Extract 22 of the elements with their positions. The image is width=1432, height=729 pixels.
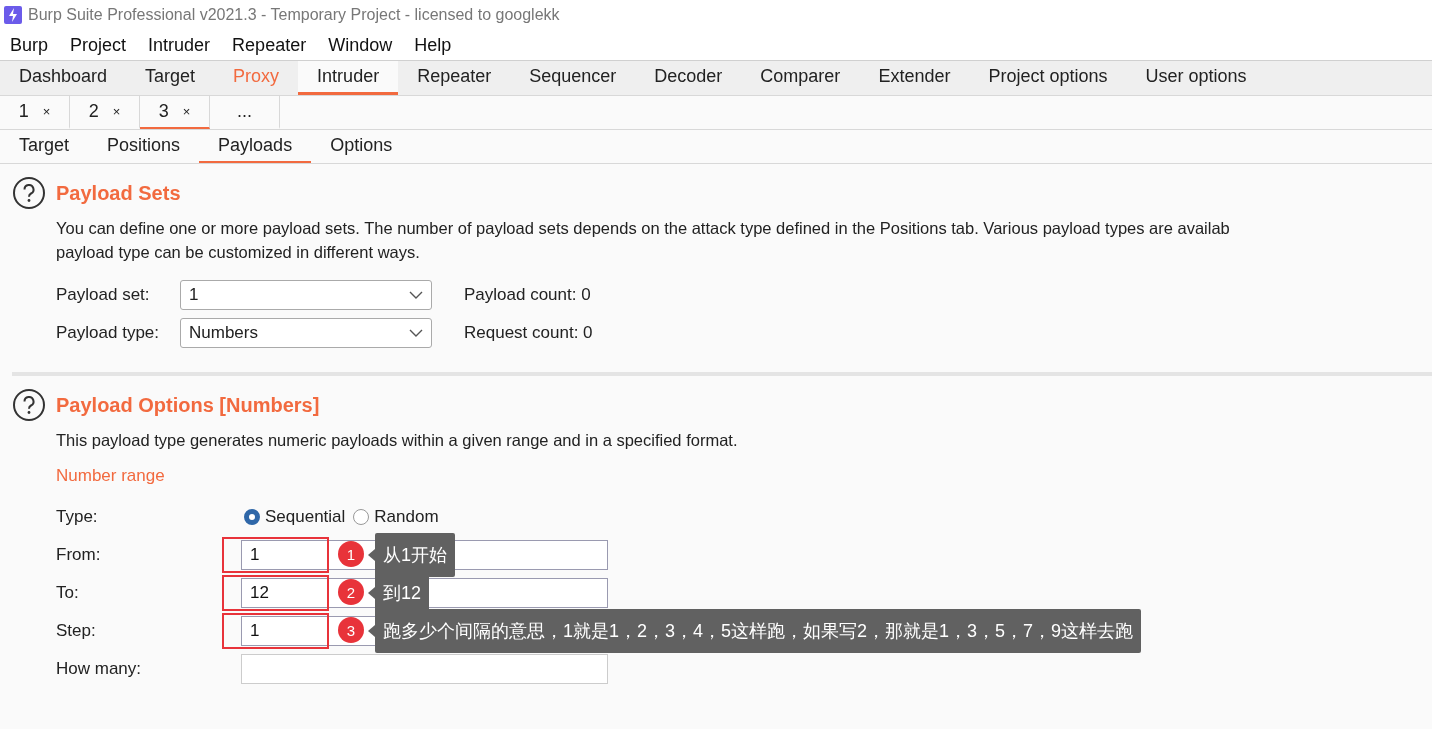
tab-label: 1 <box>18 101 29 122</box>
callout-note: 跑多少个间隔的意思，1就是1，2，3，4，5这样跑，如果写2，那就是1，3，5，7，9这样去跑 <box>375 609 1142 653</box>
field-label: Payload set: <box>56 285 151 305</box>
tab-label: 2 <box>88 101 99 122</box>
tab-label: ... <box>237 101 252 122</box>
section-heading: Payload Sets <box>56 181 181 205</box>
description-text: This payload type generates numeric payloads within a given range and in a specified format. <box>56 431 738 449</box>
section-heading: Payload Options [Numbers] <box>56 393 320 417</box>
description-text: You can define one or more payload sets. The number of payload sets depends on the attack type defined in the Positions tab. Various payload types are availab <box>56 218 1230 239</box>
description-text: payload type can be customized in different ways. <box>56 242 420 263</box>
count-text: Payload count: 0 <box>463 285 592 305</box>
callout-note: 从1开始 <box>375 533 455 577</box>
tab-label: 3 <box>158 101 169 122</box>
window-title: Burp Suite Professional v2021.3 - Temporary Project - licensed to googlekk <box>28 6 560 24</box>
field-label: From: <box>56 545 102 565</box>
field-label: How many: <box>56 659 143 679</box>
field-label: Step: <box>56 621 97 641</box>
field-label: Type: <box>56 507 99 527</box>
count-text: Request count: 0 <box>463 323 594 343</box>
field-label: Payload type: <box>56 323 160 343</box>
group-heading: Number range <box>55 466 166 486</box>
field-label: To: <box>56 583 80 603</box>
